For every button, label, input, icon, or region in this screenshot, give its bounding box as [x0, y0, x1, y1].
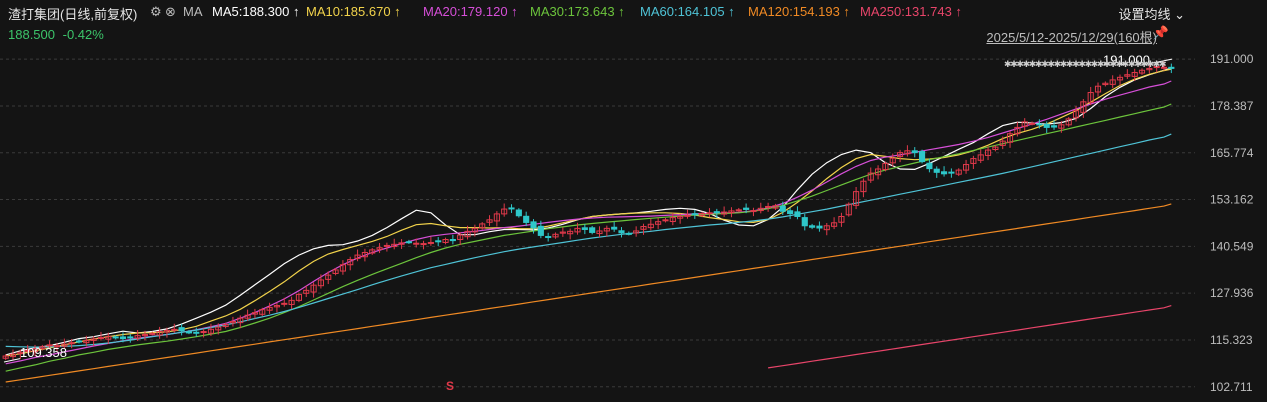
candle-down: [112, 336, 119, 339]
signal-marker: S: [446, 379, 454, 393]
ma-line-ma60: [5, 133, 1172, 348]
event-marker: ✱: [1159, 59, 1167, 69]
candle-down: [523, 215, 530, 223]
candle-down: [178, 327, 185, 332]
candle-up: [171, 328, 178, 331]
candle-up: [662, 219, 669, 222]
candle-down: [119, 336, 127, 340]
candle-down: [691, 213, 698, 216]
candle-down: [508, 207, 515, 210]
candle-up: [383, 244, 390, 247]
candle-down: [545, 236, 552, 239]
candle-up: [413, 242, 420, 245]
candle-down: [1168, 66, 1175, 69]
y-tick-label: 102.711: [1210, 380, 1253, 394]
candlestick-chart[interactable]: 191.000 178.387 165.774 153.162 140.549 127.9…: [0, 0, 1267, 402]
ma-line-ma5: [5, 67, 1172, 356]
candle-down: [537, 225, 544, 236]
y-tick-label: 165.774: [1210, 146, 1254, 160]
candle-down: [794, 211, 801, 217]
candle-down: [581, 227, 588, 230]
y-tick-label: 140.549: [1210, 239, 1254, 253]
candle-down: [193, 331, 200, 334]
candle-down: [743, 207, 750, 210]
candle-down: [1043, 123, 1050, 128]
candle-down: [948, 171, 955, 174]
candle-up: [420, 243, 427, 246]
y-tick-label: 191.000: [1210, 52, 1254, 66]
candle-down: [127, 336, 134, 339]
candle-up: [281, 302, 288, 305]
candle-up: [1028, 122, 1036, 125]
candle-up: [684, 214, 691, 217]
candle-down: [1050, 125, 1058, 128]
candle-up: [97, 336, 105, 339]
candle-down: [589, 227, 596, 233]
candle-down: [435, 240, 442, 243]
candle-down: [801, 217, 808, 227]
candle-down: [530, 221, 537, 229]
ma-line-ma20: [5, 80, 1172, 365]
candle-up: [200, 331, 207, 334]
candle-down: [816, 225, 823, 229]
y-tick-label: 178.387: [1210, 99, 1254, 113]
candle-down: [625, 232, 632, 235]
candle-down: [713, 211, 720, 214]
candle-down: [405, 241, 412, 244]
candle-down: [809, 225, 816, 228]
candle-down: [75, 340, 83, 343]
candle-down: [940, 171, 948, 175]
candle-down: [449, 238, 456, 242]
candle-down: [911, 150, 918, 154]
candle-down: [919, 151, 926, 163]
candle-down: [1036, 123, 1043, 126]
candle-down: [515, 209, 522, 217]
candle-up: [149, 332, 156, 335]
candle-down: [787, 210, 794, 215]
ma-line-ma10: [5, 68, 1172, 357]
candle-down: [779, 205, 786, 212]
candle-up: [68, 342, 75, 345]
candle-down: [185, 331, 193, 334]
candle-up: [427, 241, 434, 244]
y-tick-label: 115.323: [1210, 333, 1253, 347]
candle-up: [706, 212, 713, 215]
y-tick-label: 153.162: [1210, 193, 1254, 207]
candle-down: [933, 168, 940, 173]
candle-down: [926, 162, 933, 170]
y-tick-label: 127.936: [1210, 286, 1254, 300]
low-label: 109.358: [20, 345, 67, 360]
candle-down: [611, 226, 618, 230]
ma-line-ma250: [768, 305, 1172, 369]
candle-up: [735, 209, 742, 212]
candle-up: [750, 210, 757, 213]
candle-up: [765, 205, 772, 208]
candle-down: [618, 230, 625, 234]
